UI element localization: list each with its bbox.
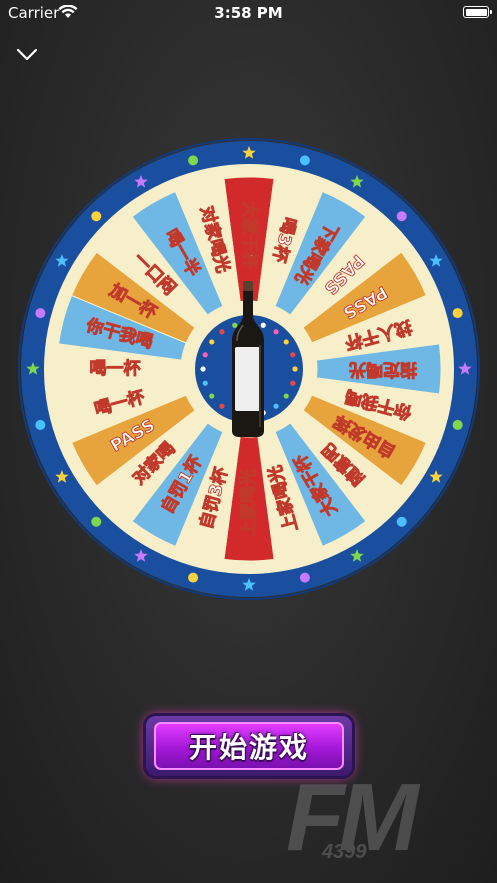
hub-light (273, 403, 279, 409)
hub-light (219, 329, 225, 335)
watermark-number: 4399 (322, 841, 367, 863)
rim-light (396, 211, 407, 222)
hub-light (290, 380, 296, 386)
hub-light (273, 329, 279, 335)
rim-light (91, 516, 102, 527)
rim-light (396, 516, 407, 527)
hub-light (292, 366, 298, 372)
rim-light (452, 419, 463, 430)
battery-icon (463, 6, 492, 18)
hub-light (283, 339, 289, 345)
rim-light (35, 419, 46, 430)
chevron-down-icon[interactable] (14, 44, 40, 66)
rim-light (188, 155, 199, 166)
start-button-face: 开始游戏 (154, 722, 344, 770)
start-button-label: 开始游戏 (188, 731, 309, 764)
rim-light (91, 211, 102, 222)
hub-light (202, 352, 208, 358)
hub-light (209, 393, 215, 399)
rim-light (35, 308, 46, 319)
rim-light (299, 155, 310, 166)
wheel-segment-label: 喝一杯 (90, 358, 141, 379)
rim-light (188, 572, 199, 583)
hub-light (202, 380, 208, 386)
hub-light (290, 352, 296, 358)
status-bar: Carrier 3:58 PM (0, 0, 497, 26)
rim-light (452, 308, 463, 319)
watermark-logo: FM 4399 (286, 768, 466, 868)
bottle-pointer[interactable] (229, 281, 267, 437)
hub-light (219, 403, 225, 409)
wheel-segment-label: 大家干杯 (239, 201, 260, 269)
hub-light (209, 339, 215, 345)
wheel-segment-label: 指定喝光 (349, 359, 417, 380)
clock: 3:58 PM (214, 4, 283, 22)
rim-light (299, 572, 310, 583)
hub-light (283, 393, 289, 399)
wheel-segment-label: 上家喝光 (238, 469, 259, 537)
hub-light (200, 366, 206, 372)
